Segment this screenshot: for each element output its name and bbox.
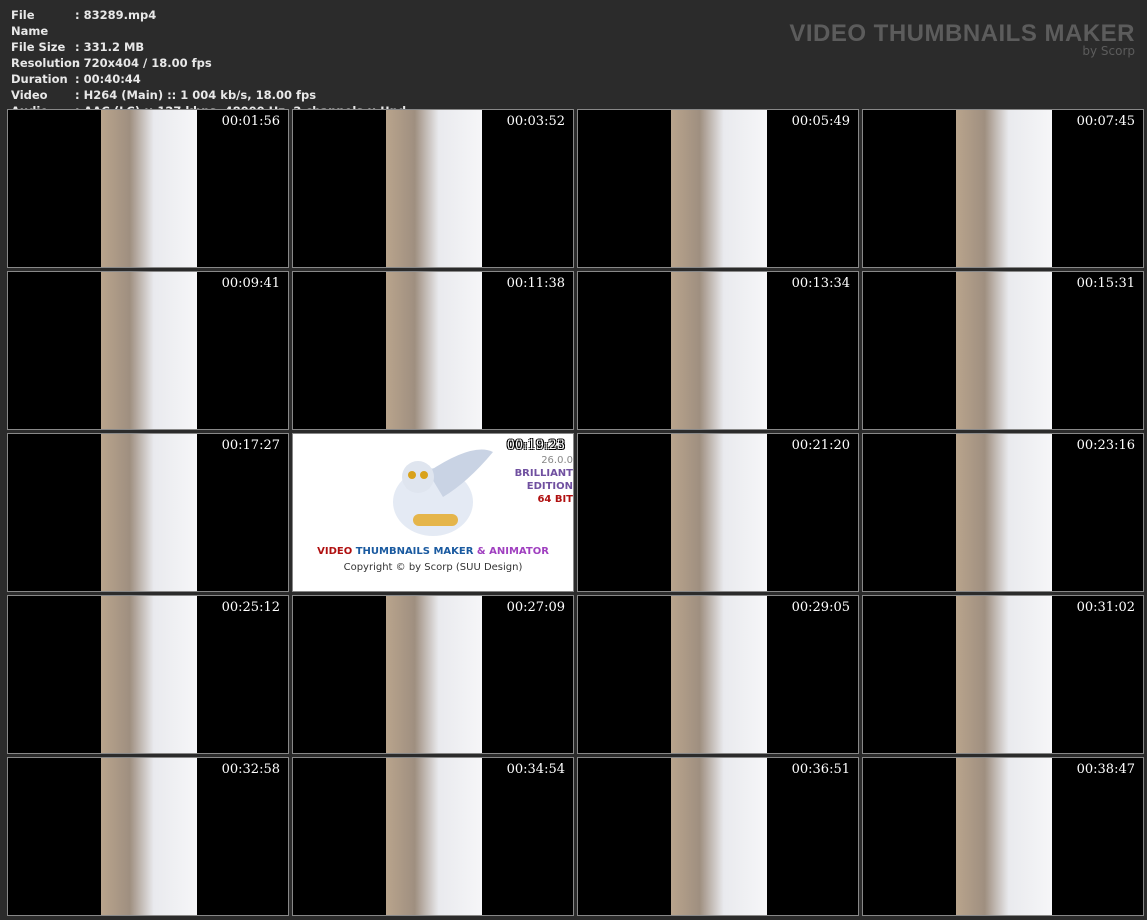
thumbnail[interactable]: 00:03:52 bbox=[292, 109, 574, 268]
info-value: : 720x404 / 18.00 fps bbox=[75, 56, 212, 70]
thumbnail[interactable]: 00:36:51 bbox=[577, 757, 859, 916]
video-frame bbox=[386, 758, 482, 915]
thumbnail[interactable]: VIDEO THUMBNAILS MAKER & ANIMATOR Copyri… bbox=[292, 433, 574, 592]
timestamp: 00:15:31 bbox=[1076, 276, 1135, 291]
video-frame bbox=[671, 434, 767, 591]
promo-thumbs: THUMBNAILS MAKER bbox=[355, 546, 474, 557]
promo-bits: 64 BIT bbox=[537, 494, 573, 505]
timestamp: 00:21:20 bbox=[791, 438, 850, 453]
info-row: Duration : 00:40:44 bbox=[11, 71, 406, 87]
info-label: File Size bbox=[11, 40, 66, 54]
thumbnail[interactable]: 00:07:45 bbox=[862, 109, 1144, 268]
thumbnail-grid: 00:01:56 00:03:52 00:05:49 00:07:45 00:09:41… bbox=[7, 109, 1144, 916]
thumbnail[interactable]: 00:29:05 bbox=[577, 595, 859, 754]
video-frame bbox=[101, 272, 197, 429]
timestamp: 00:23:16 bbox=[1076, 438, 1135, 453]
video-frame bbox=[671, 596, 767, 753]
app-logo: VIDEO THUMBNAILS MAKER by Scorp bbox=[789, 20, 1135, 58]
timestamp: 00:27:09 bbox=[506, 600, 565, 615]
thumbnail[interactable]: 00:09:41 bbox=[7, 271, 289, 430]
timestamp: 00:09:41 bbox=[221, 276, 280, 291]
video-frame bbox=[956, 434, 1052, 591]
info-row: File Size : 331.2 MB bbox=[11, 39, 406, 55]
video-frame bbox=[956, 758, 1052, 915]
info-label: Duration bbox=[11, 72, 68, 86]
info-label: File Name bbox=[11, 8, 49, 38]
timestamp: 00:17:27 bbox=[221, 438, 280, 453]
video-frame bbox=[101, 596, 197, 753]
timestamp: 00:11:38 bbox=[506, 276, 565, 291]
info-value: : 00:40:44 bbox=[75, 72, 141, 86]
timestamp: 00:25:12 bbox=[221, 600, 280, 615]
video-frame bbox=[671, 110, 767, 267]
thumbnail[interactable]: 00:32:58 bbox=[7, 757, 289, 916]
timestamp: 00:03:52 bbox=[506, 114, 565, 129]
timestamp: 00:36:51 bbox=[791, 762, 850, 777]
info-value: : 83289.mp4 bbox=[75, 8, 157, 22]
info-label: Resolution bbox=[11, 56, 81, 70]
video-frame bbox=[101, 758, 197, 915]
timestamp: 00:29:05 bbox=[791, 600, 850, 615]
thumbnail[interactable]: 00:21:20 bbox=[577, 433, 859, 592]
timestamp: 00:01:56 bbox=[221, 114, 280, 129]
info-row: Resolution: 720x404 / 18.00 fps bbox=[11, 55, 406, 71]
info-row: File Name : 83289.mp4 bbox=[11, 7, 406, 39]
video-frame bbox=[956, 272, 1052, 429]
promo-video: VIDEO bbox=[317, 546, 353, 557]
owl-logo-icon bbox=[393, 449, 493, 536]
promo-version: 26.0.0 bbox=[541, 455, 573, 466]
timestamp: 00:19:23 bbox=[506, 438, 565, 453]
timestamp: 00:38:47 bbox=[1076, 762, 1135, 777]
video-frame bbox=[386, 272, 482, 429]
thumbnail[interactable]: 00:11:38 bbox=[292, 271, 574, 430]
video-frame bbox=[671, 758, 767, 915]
timestamp: 00:31:02 bbox=[1076, 600, 1135, 615]
timestamp: 00:32:58 bbox=[221, 762, 280, 777]
thumbnail[interactable]: 00:25:12 bbox=[7, 595, 289, 754]
video-frame bbox=[386, 110, 482, 267]
video-frame bbox=[956, 110, 1052, 267]
info-label: Video bbox=[11, 88, 48, 102]
video-frame bbox=[101, 434, 197, 591]
info-value: : 331.2 MB bbox=[75, 40, 145, 54]
video-frame bbox=[386, 596, 482, 753]
thumbnail[interactable]: 00:17:27 bbox=[7, 433, 289, 592]
video-frame bbox=[101, 110, 197, 267]
thumbnail[interactable]: 00:15:31 bbox=[862, 271, 1144, 430]
promo-anim: & ANIMATOR bbox=[476, 546, 549, 557]
file-info: File Name: 83289.mp4 File Size: 331.2 MB R… bbox=[11, 7, 406, 119]
info-value: : H264 (Main) :: 1 004 kb/s, 18.00 fps bbox=[75, 88, 317, 102]
thumbnail[interactable]: 00:34:54 bbox=[292, 757, 574, 916]
timestamp: 00:05:49 bbox=[791, 114, 850, 129]
promo-edition: EDITION bbox=[526, 481, 573, 492]
video-frame bbox=[671, 272, 767, 429]
thumbnail[interactable]: 00:31:02 bbox=[862, 595, 1144, 754]
thumbnail[interactable]: 00:01:56 bbox=[7, 109, 289, 268]
thumbnail[interactable]: 00:23:16 bbox=[862, 433, 1144, 592]
thumbnail[interactable]: 00:05:49 bbox=[577, 109, 859, 268]
timestamp: 00:07:45 bbox=[1076, 114, 1135, 129]
thumbnail[interactable]: 00:38:47 bbox=[862, 757, 1144, 916]
info-row: Video : H264 (Main) :: 1 004 kb/s, 18.00 … bbox=[11, 87, 406, 103]
promo-brilliant: BRILLIANT bbox=[514, 468, 573, 479]
timestamp: 00:34:54 bbox=[506, 762, 565, 777]
timestamp: 00:13:34 bbox=[791, 276, 850, 291]
thumbnail[interactable]: 00:27:09 bbox=[292, 595, 574, 754]
video-frame bbox=[956, 596, 1052, 753]
promo-copyright: Copyright © by Scorp (SUU Design) bbox=[343, 562, 523, 573]
thumbnail[interactable]: 00:13:34 bbox=[577, 271, 859, 430]
